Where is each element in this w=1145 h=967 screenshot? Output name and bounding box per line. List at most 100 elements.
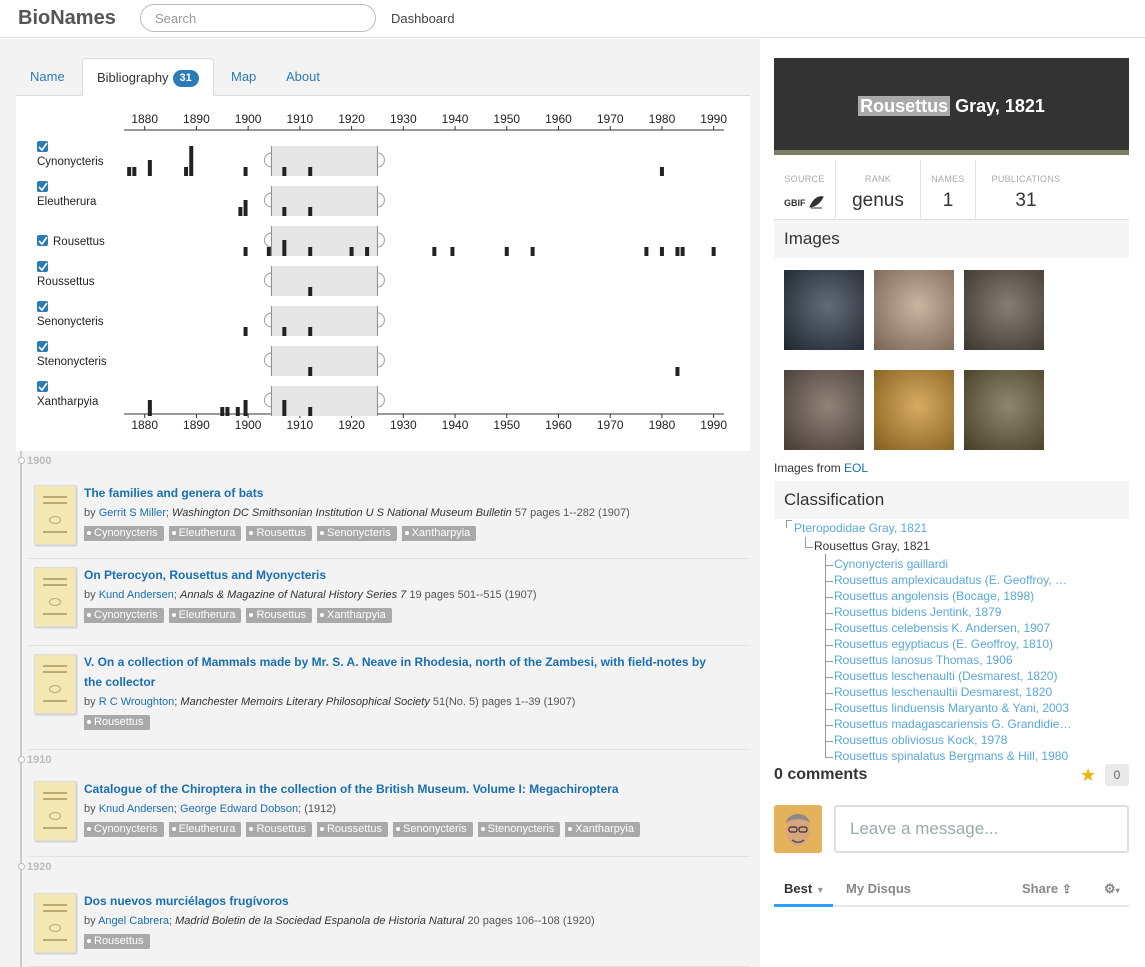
name-tag[interactable]: Cynonycteris	[84, 822, 164, 837]
tab-name[interactable]: Name	[16, 58, 79, 96]
tree-child[interactable]: Rousettus linduensis Maryanto & Yani, 20…	[834, 700, 1069, 716]
tree-child-label[interactable]: Rousettus leschenaultii Desmarest, 1820	[834, 685, 1052, 699]
name-tag[interactable]: Rousettus	[246, 608, 312, 623]
publication-thumbnail[interactable]	[34, 485, 76, 545]
tree-child-label[interactable]: Rousettus obliviosus Kock, 1978	[834, 733, 1007, 747]
tree-child[interactable]: Rousettus obliviosus Kock, 1978	[834, 732, 1007, 748]
bat-photo-2[interactable]	[874, 270, 954, 350]
tree-child[interactable]: Rousettus bidens Jentink, 1879	[834, 604, 1001, 620]
author-link[interactable]: Angel Cabrera	[98, 915, 169, 927]
tree-child[interactable]: Cynonycteris gaillardi	[834, 556, 948, 572]
tree-child[interactable]: Rousettus lanosus Thomas, 1906	[834, 652, 1013, 668]
publication-mark	[659, 247, 664, 256]
tree-child-label[interactable]: Rousettus madagascariensis G. Grandidie…	[834, 717, 1071, 731]
publication-title[interactable]: On Pterocyon, Rousettus and Myonycteris	[84, 565, 714, 585]
tree-child-label[interactable]: Rousettus spinalatus Bergmans & Hill, 19…	[834, 749, 1068, 763]
name-tag[interactable]: Xantharpyia	[401, 526, 477, 541]
share-icon: ⇪	[1061, 882, 1072, 896]
gbif-logo[interactable]: GBIF	[784, 195, 824, 209]
publication-mark	[450, 247, 455, 256]
author-link[interactable]: George Edward Dobson	[180, 803, 298, 815]
brush-handle-left	[263, 392, 272, 408]
publication-title[interactable]: The families and genera of bats	[84, 483, 714, 503]
comment-input[interactable]	[834, 805, 1129, 853]
bat-photo-1[interactable]	[784, 270, 864, 350]
name-tag[interactable]: Eleutherura	[168, 822, 242, 837]
publication-title[interactable]: Catalogue of the Chiroptera in the colle…	[84, 779, 714, 799]
publication-mark	[235, 407, 240, 416]
name-tag[interactable]: Eleutherura	[168, 526, 242, 541]
tree-child-label[interactable]: Rousettus lanosus Thomas, 1906	[834, 653, 1013, 667]
tab-bibliography[interactable]: Bibliography 31	[82, 58, 214, 96]
name-tag[interactable]: Xantharpyia	[565, 822, 640, 837]
name-tag[interactable]: Senonycteris	[393, 822, 473, 837]
bibliography-entry: The families and genera of bats by Gerrit…	[28, 477, 750, 559]
tree-child-label[interactable]: Rousettus linduensis Maryanto & Yani, 20…	[834, 701, 1069, 715]
tab-about[interactable]: About	[272, 58, 334, 96]
year-tick-label: 1900	[235, 418, 262, 432]
bat-photo-5[interactable]	[874, 370, 954, 450]
tree-child-label[interactable]: Rousettus leschenaulti (Desmarest, 1820)	[834, 669, 1057, 683]
name-tag[interactable]: Senonycteris	[316, 526, 397, 541]
tree-child[interactable]: Rousettus celebensis K. Andersen, 1907	[834, 620, 1050, 636]
tree-child-label[interactable]: Rousettus angolensis (Bocage, 1898)	[834, 589, 1034, 603]
row-label: Senonycteris	[37, 316, 104, 328]
name-tag[interactable]: Roussettus	[316, 822, 389, 837]
search-input[interactable]	[140, 4, 376, 32]
bat-photo-3[interactable]	[964, 270, 1044, 350]
name-tag[interactable]: Eleutherura	[168, 608, 242, 623]
bat-photo-6[interactable]	[964, 370, 1044, 450]
name-tag[interactable]: Stenonycteris	[477, 822, 561, 837]
tree-child[interactable]: Rousettus madagascariensis G. Grandidie…	[834, 716, 1071, 732]
publication-title[interactable]: V. On a collection of Mammals made by Mr…	[84, 652, 714, 692]
tree-child[interactable]: Rousettus amplexicaudatus (E. Geoffroy, …	[834, 572, 1067, 588]
tree-parent[interactable]: Pteropodidae Gray, 1821	[794, 520, 927, 536]
year-tick-label: 1890	[183, 112, 210, 126]
gear-icon[interactable]: ⚙▾	[1104, 881, 1120, 897]
publication-thumbnail[interactable]	[34, 654, 76, 714]
publication-thumbnail[interactable]	[34, 567, 76, 627]
tree-child-label[interactable]: Rousettus bidens Jentink, 1879	[834, 605, 1001, 619]
tree-child-label[interactable]: Rousettus egyptiacus (E. Geoffroy, 1810)	[834, 637, 1053, 651]
tree-parent-label[interactable]: Pteropodidae Gray, 1821	[794, 521, 927, 535]
tree-connector	[825, 709, 833, 710]
tree-child-label[interactable]: Rousettus celebensis K. Andersen, 1907	[834, 621, 1050, 635]
publication-mark	[238, 207, 243, 216]
publication-mark	[282, 207, 287, 216]
chevron-down-icon: ▼	[815, 885, 825, 895]
publication-thumbnail[interactable]	[34, 781, 76, 841]
tree-child-label[interactable]: Rousettus amplexicaudatus (E. Geoffroy, …	[834, 573, 1067, 587]
brand-logo[interactable]: BioNames	[18, 7, 116, 30]
publication-thumbnail[interactable]	[34, 893, 76, 953]
publication-title[interactable]: Dos nuevos murciélagos frugívoros	[84, 891, 714, 911]
author-link[interactable]: Knud Andersen	[99, 803, 174, 815]
avatar[interactable]	[774, 805, 822, 853]
star-icon[interactable]: ★	[1080, 765, 1096, 786]
tree-child[interactable]: Rousettus leschenaultii Desmarest, 1820	[834, 684, 1052, 700]
bat-photo-4[interactable]	[784, 370, 864, 450]
author-link[interactable]: Kund Andersen	[99, 589, 174, 601]
author-link[interactable]: R C Wroughton	[99, 696, 175, 708]
name-tag[interactable]: Xantharpyia	[316, 608, 392, 623]
tree-child[interactable]: Rousettus egyptiacus (E. Geoffroy, 1810)	[834, 636, 1053, 652]
tree-child[interactable]: Rousettus leschenaulti (Desmarest, 1820)	[834, 668, 1057, 684]
nav-dashboard-link[interactable]: Dashboard	[391, 11, 455, 26]
name-tag[interactable]: Rousettus	[84, 715, 150, 730]
publication-mark	[220, 407, 225, 416]
name-tag[interactable]: Rousettus	[246, 822, 312, 837]
tree-child-label[interactable]: Cynonycteris gaillardi	[834, 557, 948, 571]
stat-rank-value: genus	[852, 190, 904, 211]
tab-map[interactable]: Map	[217, 58, 270, 96]
share-button[interactable]: Share ⇪	[1022, 881, 1072, 896]
tab-best[interactable]: Best ▼	[774, 881, 833, 907]
name-tag[interactable]: Cynonycteris	[84, 526, 164, 541]
author-link[interactable]: Gerrit S Miller	[99, 507, 166, 519]
tab-my-disqus[interactable]: My Disqus	[846, 881, 911, 896]
name-tag[interactable]: Rousettus	[246, 526, 312, 541]
tree-child[interactable]: Rousettus spinalatus Bergmans & Hill, 19…	[834, 748, 1068, 764]
name-tag[interactable]: Cynonycteris	[84, 608, 164, 623]
timeline-chart[interactable]: 1880 1890 1900 1910 1920 1930 1940 1950 1960 1970…	[16, 96, 750, 451]
eol-link[interactable]: EOL	[844, 461, 868, 475]
name-tag[interactable]: Rousettus	[84, 934, 150, 949]
tree-child[interactable]: Rousettus angolensis (Bocage, 1898)	[834, 588, 1034, 604]
